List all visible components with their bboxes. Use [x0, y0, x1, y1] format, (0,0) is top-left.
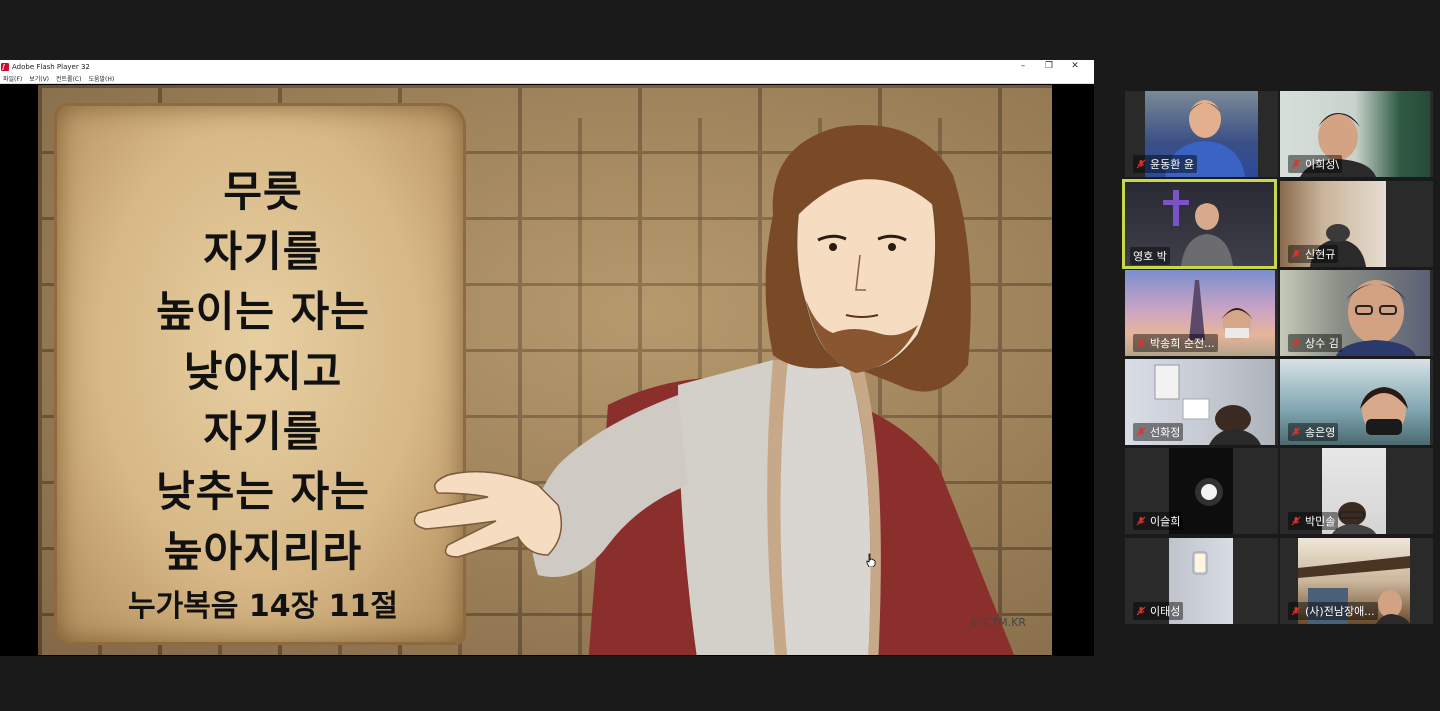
- menu-bar: 파일(F) 보기(V) 컨트롤(C) 도움말(H): [0, 73, 1094, 84]
- participant-name: 선화정: [1133, 423, 1184, 441]
- mic-muted-icon: [1136, 606, 1146, 616]
- mic-muted-icon: [1136, 427, 1146, 437]
- participant-tile[interactable]: 윤동환 윤: [1125, 91, 1278, 177]
- mic-muted-icon: [1136, 338, 1146, 348]
- participant-tile[interactable]: 상수 김: [1280, 270, 1433, 356]
- participant-tile[interactable]: 송은영: [1280, 359, 1433, 445]
- participant-tile[interactable]: 이희성\: [1280, 91, 1433, 177]
- copyright-credit: © CTM.KR: [969, 616, 1026, 629]
- participant-name: 영호 박: [1130, 247, 1170, 265]
- participant-gallery: 윤동환 윤 이희성\ 영호 박 신현규 박송희 순전... 상수 김 선화정 송…: [1122, 90, 1433, 626]
- mic-muted-icon: [1136, 516, 1146, 526]
- mic-muted-icon: [1291, 427, 1301, 437]
- participant-name: 이희성\: [1288, 155, 1343, 173]
- window-controls: – ❐ ✕: [1010, 60, 1088, 73]
- participant-name: 이슬희: [1133, 512, 1184, 530]
- participant-tile[interactable]: (사)전남장애...: [1280, 538, 1433, 624]
- participant-name: 상수 김: [1288, 334, 1342, 352]
- participant-tile-active-speaker[interactable]: 영호 박: [1122, 179, 1277, 269]
- menu-help[interactable]: 도움말(H): [88, 74, 114, 83]
- jesus-illustration: [413, 125, 1014, 655]
- hand-cursor-icon: [866, 553, 876, 567]
- participant-tile[interactable]: 신현규: [1280, 181, 1433, 267]
- participant-tile[interactable]: 이슬희: [1125, 448, 1278, 534]
- flash-stage[interactable]: 무릇 자기를 높이는 자는 낮아지고 자기를 낮추는 자는 높아지리라 누가복음…: [38, 85, 1052, 655]
- participant-name: 박민솔: [1288, 512, 1339, 530]
- participant-tile[interactable]: 박민솔: [1280, 448, 1433, 534]
- menu-view[interactable]: 보기(V): [29, 74, 49, 83]
- flash-icon: [1, 62, 9, 71]
- mic-muted-icon: [1136, 159, 1146, 169]
- window-title: Adobe Flash Player 32: [12, 62, 90, 71]
- participant-tile[interactable]: 이태성: [1125, 538, 1278, 624]
- participant-name: 송은영: [1288, 423, 1339, 441]
- minimize-button[interactable]: –: [1010, 60, 1036, 73]
- title-bar: Adobe Flash Player 32 – ❐ ✕: [0, 60, 1094, 73]
- mic-muted-icon: [1291, 159, 1301, 169]
- participant-name: 박송희 순전...: [1133, 334, 1218, 352]
- participant-name: (사)전남장애...: [1288, 602, 1378, 620]
- close-button[interactable]: ✕: [1062, 60, 1088, 73]
- participant-name: 신현규: [1288, 245, 1339, 263]
- screen: Adobe Flash Player 32 – ❐ ✕ 파일(F) 보기(V) …: [0, 0, 1440, 711]
- mic-muted-icon: [1291, 606, 1301, 616]
- participant-name: 이태성: [1133, 602, 1184, 620]
- restore-button[interactable]: ❐: [1036, 60, 1062, 73]
- flash-player-window: Adobe Flash Player 32 – ❐ ✕ 파일(F) 보기(V) …: [0, 60, 1094, 656]
- participant-name: 윤동환 윤: [1133, 155, 1197, 173]
- mic-muted-icon: [1291, 516, 1301, 526]
- participant-tile[interactable]: 박송희 순전...: [1125, 270, 1278, 356]
- menu-control[interactable]: 컨트롤(C): [56, 74, 81, 83]
- mic-muted-icon: [1291, 249, 1301, 259]
- participant-tile[interactable]: 선화정: [1125, 359, 1278, 445]
- mic-muted-icon: [1291, 338, 1301, 348]
- menu-file[interactable]: 파일(F): [3, 74, 22, 83]
